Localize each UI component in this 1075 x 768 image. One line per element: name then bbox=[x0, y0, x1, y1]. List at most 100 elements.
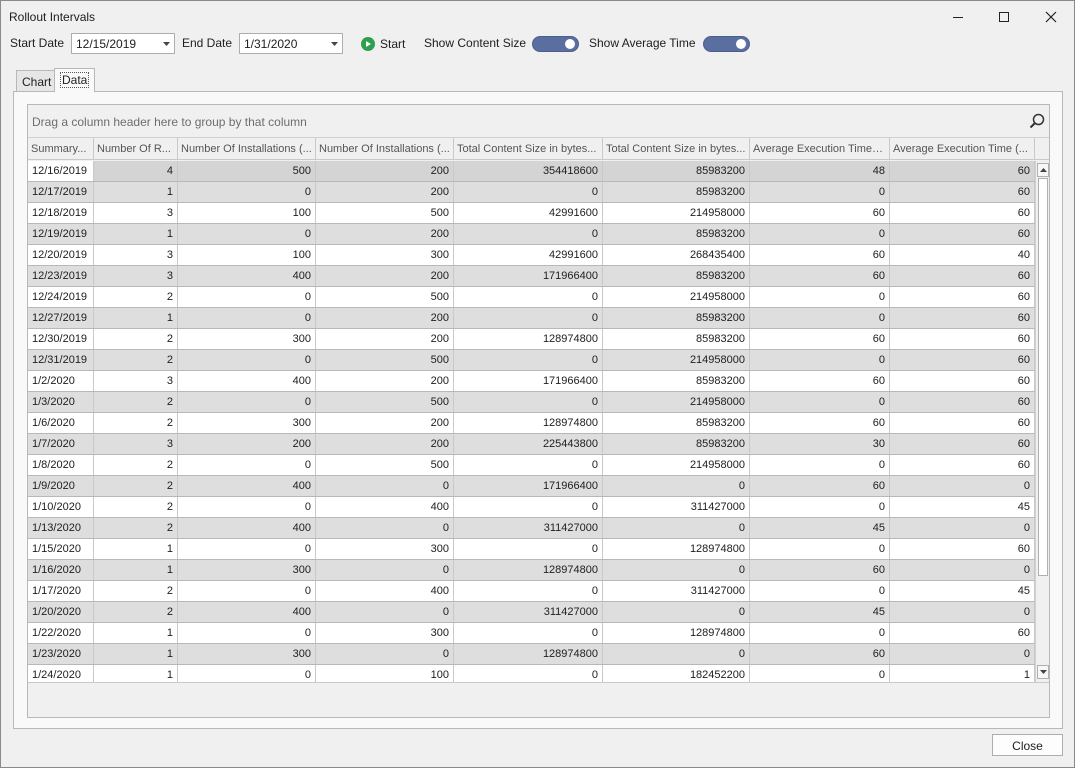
date-cell[interactable]: 1/9/2020 bbox=[28, 476, 94, 496]
value-cell[interactable]: 1 bbox=[94, 539, 178, 559]
value-cell[interactable]: 0 bbox=[178, 497, 316, 517]
value-cell[interactable]: 85983200 bbox=[603, 371, 750, 391]
value-cell[interactable]: 0 bbox=[178, 350, 316, 370]
column-header-5[interactable]: Total Content Size in bytes... bbox=[603, 138, 750, 160]
value-cell[interactable]: 311427000 bbox=[454, 518, 603, 538]
value-cell[interactable]: 214958000 bbox=[603, 203, 750, 223]
column-header-6[interactable]: Average Execution Time (... bbox=[750, 138, 890, 160]
value-cell[interactable]: 0 bbox=[454, 497, 603, 517]
value-cell[interactable]: 3 bbox=[94, 434, 178, 454]
value-cell[interactable]: 214958000 bbox=[603, 455, 750, 475]
table-row[interactable]: 1/2/2020 3 400 200 171966400 85983200 60 60 bbox=[28, 371, 1035, 392]
date-cell[interactable]: 1/2/2020 bbox=[28, 371, 94, 391]
value-cell[interactable]: 0 bbox=[454, 182, 603, 202]
date-cell[interactable]: 1/20/2020 bbox=[28, 602, 94, 622]
value-cell[interactable]: 0 bbox=[750, 623, 890, 643]
group-by-panel[interactable]: Drag a column header here to group by th… bbox=[28, 105, 1049, 138]
scroll-up-button[interactable] bbox=[1037, 163, 1049, 177]
value-cell[interactable]: 40 bbox=[890, 245, 1035, 265]
value-cell[interactable]: 0 bbox=[178, 308, 316, 328]
value-cell[interactable]: 0 bbox=[750, 392, 890, 412]
table-row[interactable]: 1/7/2020 3 200 200 225443800 85983200 30 60 bbox=[28, 434, 1035, 455]
table-row[interactable]: 1/20/2020 2 400 0 311427000 0 45 0 bbox=[28, 602, 1035, 623]
table-row[interactable]: 1/6/2020 2 300 200 128974800 85983200 60 60 bbox=[28, 413, 1035, 434]
value-cell[interactable]: 500 bbox=[316, 392, 454, 412]
value-cell[interactable]: 200 bbox=[316, 266, 454, 286]
date-cell[interactable]: 1/10/2020 bbox=[28, 497, 94, 517]
date-cell[interactable]: 1/7/2020 bbox=[28, 434, 94, 454]
value-cell[interactable]: 300 bbox=[178, 560, 316, 580]
close-button[interactable]: Close bbox=[992, 734, 1063, 756]
value-cell[interactable]: 0 bbox=[750, 665, 890, 682]
value-cell[interactable]: 0 bbox=[178, 287, 316, 307]
value-cell[interactable]: 0 bbox=[890, 560, 1035, 580]
value-cell[interactable]: 2 bbox=[94, 497, 178, 517]
value-cell[interactable]: 60 bbox=[750, 644, 890, 664]
search-icon[interactable] bbox=[1029, 113, 1045, 132]
value-cell[interactable]: 60 bbox=[750, 245, 890, 265]
date-cell[interactable]: 1/23/2020 bbox=[28, 644, 94, 664]
value-cell[interactable]: 2 bbox=[94, 518, 178, 538]
value-cell[interactable]: 1 bbox=[94, 623, 178, 643]
table-row[interactable]: 1/24/2020 1 0 100 0 182452200 0 1 bbox=[28, 665, 1035, 682]
value-cell[interactable]: 0 bbox=[316, 602, 454, 622]
value-cell[interactable]: 214958000 bbox=[603, 392, 750, 412]
value-cell[interactable]: 60 bbox=[890, 455, 1035, 475]
value-cell[interactable]: 0 bbox=[178, 392, 316, 412]
value-cell[interactable]: 2 bbox=[94, 350, 178, 370]
value-cell[interactable]: 128974800 bbox=[603, 539, 750, 559]
value-cell[interactable]: 1 bbox=[94, 560, 178, 580]
table-row[interactable]: 12/24/2019 2 0 500 0 214958000 0 60 bbox=[28, 287, 1035, 308]
value-cell[interactable]: 85983200 bbox=[603, 329, 750, 349]
value-cell[interactable]: 2 bbox=[94, 602, 178, 622]
value-cell[interactable]: 200 bbox=[316, 413, 454, 433]
value-cell[interactable]: 300 bbox=[316, 245, 454, 265]
value-cell[interactable]: 0 bbox=[890, 518, 1035, 538]
value-cell[interactable]: 45 bbox=[750, 518, 890, 538]
value-cell[interactable]: 200 bbox=[316, 371, 454, 391]
date-cell[interactable]: 12/17/2019 bbox=[28, 182, 94, 202]
value-cell[interactable]: 60 bbox=[890, 392, 1035, 412]
value-cell[interactable]: 0 bbox=[316, 644, 454, 664]
value-cell[interactable]: 300 bbox=[178, 413, 316, 433]
date-cell[interactable]: 12/19/2019 bbox=[28, 224, 94, 244]
date-cell[interactable]: 1/17/2020 bbox=[28, 581, 94, 601]
date-cell[interactable]: 1/8/2020 bbox=[28, 455, 94, 475]
value-cell[interactable]: 500 bbox=[316, 203, 454, 223]
table-row[interactable]: 1/8/2020 2 0 500 0 214958000 0 60 bbox=[28, 455, 1035, 476]
value-cell[interactable]: 0 bbox=[316, 560, 454, 580]
value-cell[interactable]: 0 bbox=[454, 455, 603, 475]
value-cell[interactable]: 60 bbox=[890, 413, 1035, 433]
tab-data[interactable]: Data bbox=[54, 68, 96, 92]
show-content-size-toggle[interactable] bbox=[532, 36, 579, 52]
value-cell[interactable]: 3 bbox=[94, 371, 178, 391]
value-cell[interactable]: 60 bbox=[890, 350, 1035, 370]
value-cell[interactable]: 60 bbox=[890, 224, 1035, 244]
value-cell[interactable]: 0 bbox=[454, 224, 603, 244]
value-cell[interactable]: 0 bbox=[603, 476, 750, 496]
value-cell[interactable]: 0 bbox=[454, 308, 603, 328]
value-cell[interactable]: 128974800 bbox=[603, 623, 750, 643]
value-cell[interactable]: 128974800 bbox=[454, 329, 603, 349]
table-row[interactable]: 12/18/2019 3 100 500 42991600 214958000 60 60 bbox=[28, 203, 1035, 224]
value-cell[interactable]: 60 bbox=[890, 623, 1035, 643]
value-cell[interactable]: 225443800 bbox=[454, 434, 603, 454]
value-cell[interactable]: 0 bbox=[750, 497, 890, 517]
value-cell[interactable]: 60 bbox=[750, 203, 890, 223]
value-cell[interactable]: 400 bbox=[178, 602, 316, 622]
start-date-picker[interactable]: 12/15/2019 bbox=[71, 33, 175, 54]
minimize-button[interactable] bbox=[935, 1, 981, 33]
value-cell[interactable]: 300 bbox=[316, 623, 454, 643]
value-cell[interactable]: 60 bbox=[890, 308, 1035, 328]
date-cell[interactable]: 1/13/2020 bbox=[28, 518, 94, 538]
value-cell[interactable]: 42991600 bbox=[454, 203, 603, 223]
value-cell[interactable]: 30 bbox=[750, 434, 890, 454]
value-cell[interactable]: 214958000 bbox=[603, 287, 750, 307]
value-cell[interactable]: 1 bbox=[94, 644, 178, 664]
table-row[interactable]: 1/3/2020 2 0 500 0 214958000 0 60 bbox=[28, 392, 1035, 413]
value-cell[interactable]: 171966400 bbox=[454, 266, 603, 286]
value-cell[interactable]: 60 bbox=[750, 329, 890, 349]
column-header-7[interactable]: Average Execution Time (... bbox=[890, 138, 1035, 160]
value-cell[interactable]: 45 bbox=[750, 602, 890, 622]
value-cell[interactable]: 85983200 bbox=[603, 182, 750, 202]
